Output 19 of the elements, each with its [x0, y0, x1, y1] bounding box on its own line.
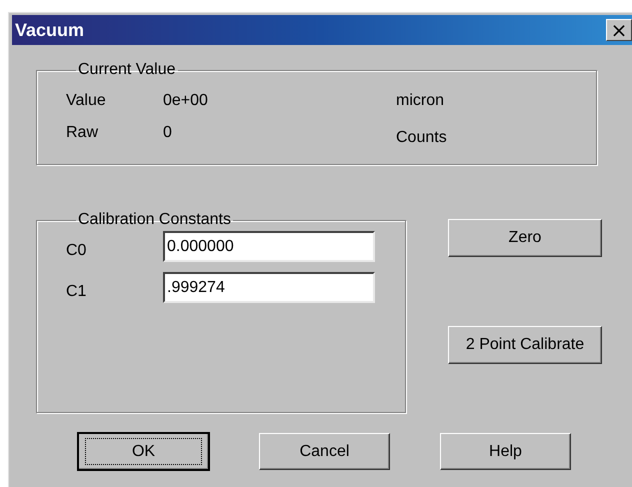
row-label: Value — [66, 92, 107, 110]
value-text: 0e+00 — [163, 92, 209, 110]
close-button[interactable]: × — [606, 19, 632, 41]
field-label: C0 — [66, 242, 88, 260]
row-label: Raw — [66, 124, 100, 142]
window-title: Vacuum — [15, 20, 84, 40]
unit-text: Counts — [396, 129, 448, 147]
value-text: 0 — [163, 124, 173, 142]
group-title: Current Value — [77, 61, 177, 79]
group-title: Calibration Constants — [77, 211, 232, 229]
dialog-button[interactable]: Help — [440, 433, 571, 470]
input-field[interactable]: 0.000000 — [163, 231, 375, 262]
dialog-button[interactable]: 2 Point Calibrate — [448, 326, 602, 364]
unit-text: micron — [396, 92, 446, 110]
dialog-button[interactable]: Zero — [448, 219, 602, 257]
input-field[interactable]: .999274 — [163, 272, 375, 303]
field-label: C1 — [66, 282, 88, 300]
dialog-button[interactable]: OK — [78, 433, 209, 470]
dialog-button[interactable]: Cancel — [259, 433, 390, 470]
